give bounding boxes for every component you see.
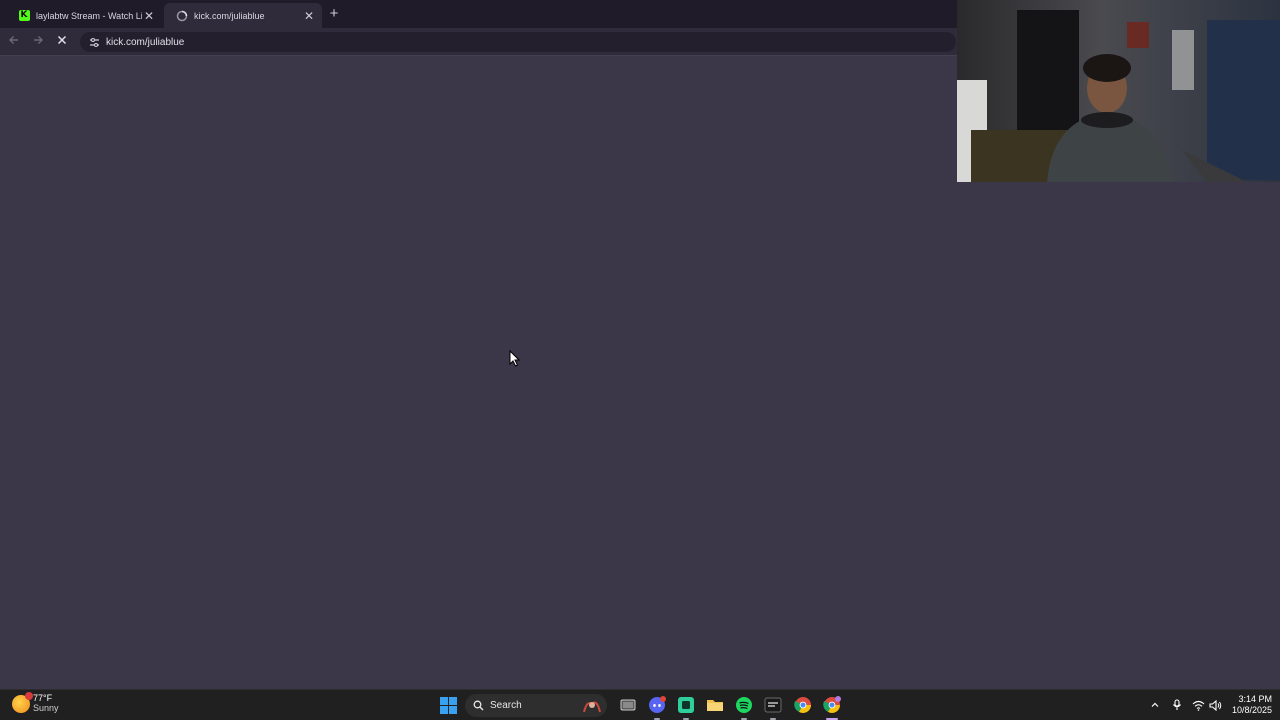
search-icon	[473, 700, 484, 711]
windows-taskbar: 77°F Sunny Search 3:14 PM 10/8/2025	[0, 689, 1280, 720]
stop-loading-button[interactable]	[54, 34, 70, 50]
discord-icon[interactable]	[647, 695, 667, 715]
plus-icon[interactable]: +	[326, 6, 342, 22]
spotify-icon[interactable]	[734, 695, 754, 715]
clock-date: 10/8/2025	[1231, 705, 1272, 715]
kick-k-icon: K	[18, 10, 30, 22]
loading-spinner-icon	[176, 10, 188, 22]
tab-title: kick.com/juliablue	[194, 10, 265, 21]
arrow-left-icon	[9, 36, 18, 44]
close-icon[interactable]: ✕	[142, 9, 156, 23]
webcam-feed	[957, 0, 1280, 182]
arrow-right-icon	[34, 36, 43, 44]
close-icon[interactable]: ✕	[302, 9, 316, 23]
close-icon	[57, 35, 67, 45]
wifi-icon[interactable]	[1190, 696, 1206, 714]
clock-time: 3:14 PM	[1238, 694, 1272, 704]
notification-badge	[25, 691, 33, 700]
app-green-icon[interactable]	[676, 695, 696, 715]
taskbar-search[interactable]: Search	[465, 694, 607, 717]
chevron-up-icon[interactable]	[1148, 696, 1162, 714]
microphone-icon[interactable]	[1170, 696, 1184, 714]
webcam-overlay	[957, 0, 1280, 182]
back-button[interactable]	[6, 34, 22, 50]
url-text: kick.com/juliablue	[106, 36, 185, 48]
tune-icon[interactable]	[88, 36, 100, 48]
task-view-icon[interactable]	[618, 695, 638, 715]
chrome-icon[interactable]	[793, 695, 813, 715]
mouse-cursor-icon	[509, 350, 520, 367]
weather-condition: Sunny	[33, 703, 59, 713]
forward-button[interactable]	[30, 34, 46, 50]
app-dark-icon[interactable]	[763, 695, 783, 715]
chrome-profile-icon[interactable]	[822, 695, 842, 715]
sun-icon	[12, 691, 33, 713]
tab-juliablue[interactable]: kick.com/juliablue ✕	[164, 3, 322, 28]
volume-icon[interactable]	[1207, 696, 1223, 714]
windows-start-icon[interactable]	[440, 697, 457, 714]
folder-icon[interactable]	[705, 695, 725, 715]
search-label: Search	[490, 700, 522, 711]
tab-title: laylabtw Stream - Watch Live o	[36, 10, 142, 21]
tab-laylabtw[interactable]: K laylabtw Stream - Watch Live o ✕	[6, 3, 162, 28]
weather-temp: 77°F	[33, 693, 53, 703]
search-highlight-icon	[583, 701, 601, 712]
weather-widget[interactable]: 77°F Sunny	[12, 691, 59, 714]
address-bar[interactable]: kick.com/juliablue	[80, 32, 956, 52]
taskbar-clock[interactable]: 3:14 PM 10/8/2025	[1232, 694, 1272, 716]
